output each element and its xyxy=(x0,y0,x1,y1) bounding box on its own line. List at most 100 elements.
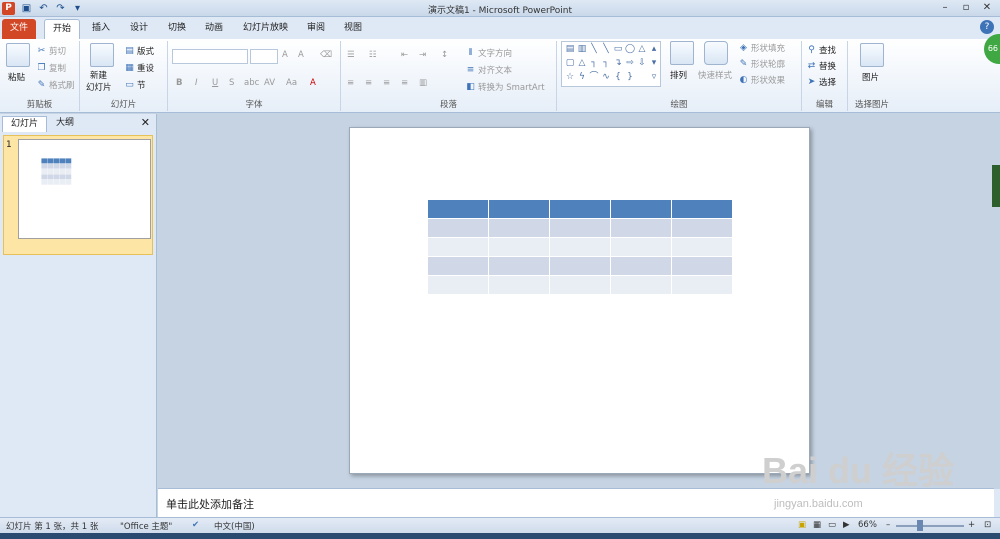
table-cell[interactable] xyxy=(549,237,611,257)
format-painter-button[interactable]: ✎ 格式刷 xyxy=(36,79,75,92)
table-cell[interactable] xyxy=(610,199,672,219)
table-cell[interactable] xyxy=(488,237,550,257)
slide-canvas[interactable] xyxy=(349,127,810,474)
underline-button[interactable]: U xyxy=(212,78,218,88)
shape-outline-button[interactable]: ✎ 形状轮廓 xyxy=(738,58,785,71)
curve-icon[interactable]: ⌒ xyxy=(589,72,599,82)
replace-button[interactable]: ⇄ 替换 xyxy=(806,60,836,73)
table-cell[interactable] xyxy=(671,199,733,219)
new-slide-button[interactable]: 新建 xyxy=(90,69,107,81)
lightning-icon[interactable]: ϟ xyxy=(577,72,587,82)
font-size-combo[interactable] xyxy=(250,49,278,64)
justify-icon[interactable]: ≡ xyxy=(401,78,408,88)
close-icon[interactable]: ✕ xyxy=(978,1,996,15)
slide-table[interactable] xyxy=(427,199,733,295)
rounded-rect-icon[interactable]: ▢ xyxy=(565,58,575,68)
table-cell[interactable] xyxy=(549,218,611,238)
arrange-icon[interactable] xyxy=(670,41,694,65)
align-text-button[interactable]: ≡ 对齐文本 xyxy=(465,64,512,77)
brace-left-icon[interactable]: { xyxy=(613,72,623,82)
zoom-knob[interactable] xyxy=(917,520,923,531)
table-cell[interactable] xyxy=(488,256,550,276)
triangle-shape-icon[interactable]: △ xyxy=(637,44,647,54)
table-cell[interactable] xyxy=(610,256,672,276)
new-slide-icon[interactable] xyxy=(90,43,114,67)
text-direction-button[interactable]: ⫴ 文字方向 xyxy=(465,47,512,60)
triangle2-icon[interactable]: △ xyxy=(577,58,587,68)
arrange-button[interactable]: 排列 xyxy=(670,69,687,81)
tab-transitions[interactable]: 切换 xyxy=(160,19,194,39)
theme-name[interactable]: "Office 主题" xyxy=(120,520,172,532)
tab-slides[interactable]: 幻灯片 xyxy=(2,116,48,132)
shapes-gallery[interactable]: ▤ ▥ ╲ ╲ ▭ ◯ △ ▢ △ ┐ ┐ ↴ ⇨ ⇩ ☆ ϟ ⌒ ∿ { } … xyxy=(561,41,661,87)
textbox-shape-icon[interactable]: ▤ xyxy=(565,44,575,54)
font-color-button[interactable]: A xyxy=(310,78,316,88)
table-cell[interactable] xyxy=(610,275,672,295)
table-cell[interactable] xyxy=(427,237,489,257)
decrease-indent-icon[interactable]: ⇤ xyxy=(401,50,408,60)
zoom-in-icon[interactable]: + xyxy=(968,520,975,530)
table-cell[interactable] xyxy=(671,237,733,257)
columns-icon[interactable]: ▥ xyxy=(419,78,427,88)
tab-outline[interactable]: 大纲 xyxy=(48,116,82,132)
table-cell[interactable] xyxy=(427,218,489,238)
elbow-arrow-icon[interactable]: ↴ xyxy=(613,58,623,68)
maximize-icon[interactable]: ▫ xyxy=(957,1,975,15)
notes-scrollbar[interactable] xyxy=(994,489,1000,517)
slide-thumbnail-selected[interactable] xyxy=(3,135,153,255)
zoom-slider[interactable] xyxy=(896,525,964,527)
font-name-combo[interactable] xyxy=(172,49,248,64)
tab-home[interactable]: 开始 xyxy=(44,19,81,39)
new-slide-label[interactable]: 幻灯片 xyxy=(86,81,112,93)
right-arrow-icon[interactable]: ⇨ xyxy=(625,58,635,68)
shape-fill-button[interactable]: ◈ 形状填充 xyxy=(738,42,785,55)
gallery-more-icon[interactable]: ▿ xyxy=(649,72,659,82)
increase-indent-icon[interactable]: ⇥ xyxy=(419,50,426,60)
reset-button[interactable]: ▦ 重设 xyxy=(124,62,154,75)
gallery-down-icon[interactable]: ▾ xyxy=(649,58,659,68)
table-cell[interactable] xyxy=(549,275,611,295)
align-left-icon[interactable]: ≡ xyxy=(347,78,354,88)
slideshow-icon[interactable]: ▶ xyxy=(843,520,850,530)
table-cell[interactable] xyxy=(610,237,672,257)
down-arrow-icon[interactable]: ⇩ xyxy=(637,58,647,68)
clear-format-icon[interactable]: ⌫ xyxy=(320,50,332,60)
rectangle-shape-icon[interactable]: ▭ xyxy=(613,44,623,54)
paste-button[interactable]: 粘贴 xyxy=(8,71,25,83)
shadow-button[interactable]: abc xyxy=(244,78,259,88)
smartart-button[interactable]: ◧ 转换为 SmartArt xyxy=(465,81,544,94)
table-cell[interactable] xyxy=(671,218,733,238)
paste-icon[interactable] xyxy=(6,43,30,67)
shrink-font-button[interactable]: A xyxy=(298,50,304,60)
vertical-textbox-icon[interactable]: ▥ xyxy=(577,44,587,54)
change-case-button[interactable]: Aa xyxy=(286,78,297,88)
close-panel-icon[interactable]: ✕ xyxy=(141,116,150,129)
table-cell[interactable] xyxy=(488,218,550,238)
table-cell[interactable] xyxy=(671,275,733,295)
picture-icon[interactable] xyxy=(860,43,884,67)
tab-animations[interactable]: 动画 xyxy=(197,19,231,39)
zoom-level[interactable]: 66% xyxy=(858,520,877,530)
spellcheck-icon[interactable]: ✔ xyxy=(192,520,199,530)
line2-shape-icon[interactable]: ╲ xyxy=(601,44,611,54)
layout-button[interactable]: ▤ 版式 xyxy=(124,45,154,58)
copy-button[interactable]: ❐ 复制 xyxy=(36,62,66,75)
language[interactable]: 中文(中国) xyxy=(214,520,255,532)
minimize-icon[interactable]: – xyxy=(936,1,954,15)
quick-styles-button[interactable]: 快速样式 xyxy=(698,69,732,81)
help-icon[interactable]: ? xyxy=(980,20,994,34)
table-cell[interactable] xyxy=(488,275,550,295)
picture-button[interactable]: 图片 xyxy=(862,71,879,83)
table-cell[interactable] xyxy=(427,199,489,219)
side-widget[interactable] xyxy=(992,165,1000,207)
grow-font-button[interactable]: A xyxy=(282,50,288,60)
table-cell[interactable] xyxy=(427,256,489,276)
line-shape-icon[interactable]: ╲ xyxy=(589,44,599,54)
gallery-up-icon[interactable]: ▴ xyxy=(649,44,659,54)
zoom-out-icon[interactable]: – xyxy=(886,520,890,530)
section-button[interactable]: ▭ 节 xyxy=(124,79,145,92)
table-cell[interactable] xyxy=(671,256,733,276)
brace-right-icon[interactable]: } xyxy=(625,72,635,82)
table-cell[interactable] xyxy=(488,199,550,219)
table-cell[interactable] xyxy=(427,275,489,295)
